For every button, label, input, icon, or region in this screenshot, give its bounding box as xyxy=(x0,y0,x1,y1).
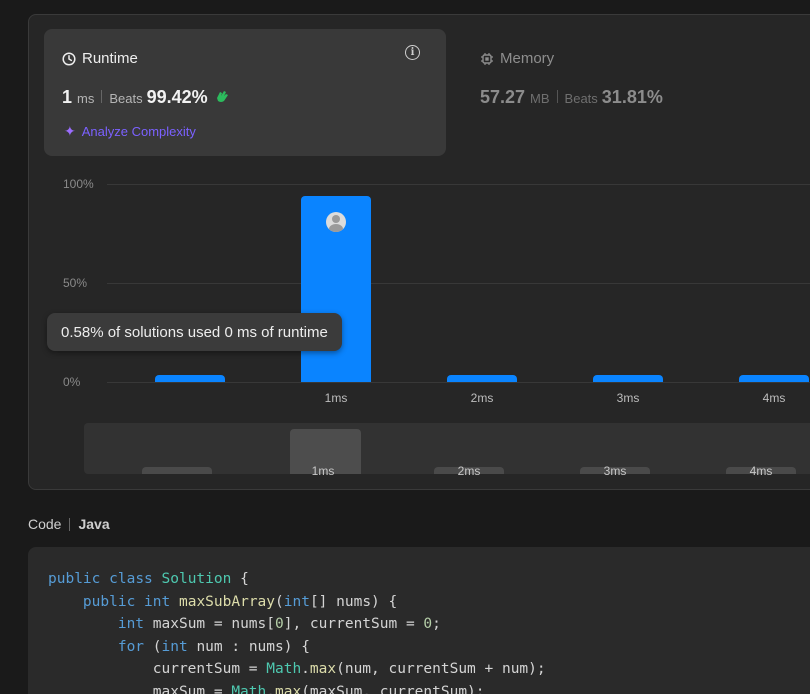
user-avatar-marker xyxy=(326,211,346,232)
code-line: public class Solution { xyxy=(48,571,249,587)
divider xyxy=(69,517,71,531)
x-tick-label: 3ms xyxy=(616,391,640,405)
runtime-card[interactable]: Runtime i 1 ms Beats 99.42% ✦ Analyze Co… xyxy=(44,29,446,156)
y-tick-label: 50% xyxy=(63,276,88,290)
clap-icon xyxy=(214,89,230,106)
runtime-beats-label: Beats xyxy=(109,91,143,106)
range-mini-bar xyxy=(142,467,212,474)
y-tick-label: 100% xyxy=(63,177,94,191)
code-line: public int maxSubArray(int[] nums) { xyxy=(82,593,398,610)
memory-card[interactable]: Memory 57.27 MB Beats 31.81% xyxy=(480,29,810,156)
range-tick-label: 3ms xyxy=(603,464,627,478)
code-block: public class Solution { public int maxSu… xyxy=(28,547,810,694)
runtime-title: Runtime xyxy=(82,50,138,67)
range-tick-label: 1ms xyxy=(311,464,335,478)
runtime-values: 1 ms Beats 99.42% xyxy=(62,87,230,108)
code-line: currentSum = Math.max(num, currentSum + … xyxy=(48,661,546,677)
runtime-value: 1 xyxy=(62,87,73,107)
code-line: maxSum = Math.max(maxSum, currentSum); xyxy=(48,683,485,694)
divider xyxy=(556,90,558,103)
memory-values: 57.27 MB Beats 31.81% xyxy=(480,87,663,108)
analyze-complexity-label: Analyze Complexity xyxy=(81,124,196,139)
clock-icon xyxy=(62,51,76,66)
code-header: Code Java xyxy=(28,516,110,532)
memory-value: 57.27 xyxy=(480,87,526,107)
code-line: for (int num : nums) { xyxy=(117,638,310,655)
memory-unit: MB xyxy=(530,91,550,106)
analyze-complexity-button[interactable]: ✦ Analyze Complexity xyxy=(64,123,196,140)
chart-bar-3ms[interactable] xyxy=(593,375,663,382)
chart-range-selector[interactable]: 1ms 2ms 3ms 4ms xyxy=(84,423,810,478)
chart-bar-0ms[interactable] xyxy=(155,375,225,382)
gridline xyxy=(107,283,810,284)
memory-beats-value: 31.81% xyxy=(601,87,663,107)
runtime-beats-value: 99.42% xyxy=(146,87,208,107)
divider xyxy=(101,90,103,103)
memory-title: Memory xyxy=(500,50,555,67)
runtime-unit: ms xyxy=(77,91,95,106)
x-tick-label: 2ms xyxy=(470,391,494,405)
gridline xyxy=(107,382,810,383)
info-icon[interactable]: i xyxy=(405,45,420,60)
chart-tooltip: 0.58% of solutions used 0 ms of runtime xyxy=(47,313,342,351)
chart-bar-2ms[interactable] xyxy=(447,375,517,382)
code-language: Java xyxy=(78,516,110,532)
runtime-distribution-chart: 100% 50% 0% 1ms 2ms 3ms 4ms xyxy=(44,168,810,418)
range-tick-label: 2ms xyxy=(457,464,481,478)
sparkle-icon: ✦ xyxy=(64,123,76,139)
code-line: int maxSum = nums[0], currentSum = 0; xyxy=(117,616,441,632)
y-tick-label: 0% xyxy=(63,375,81,389)
runtime-header: Runtime xyxy=(62,50,138,67)
memory-beats-label: Beats xyxy=(564,91,598,106)
memory-header: Memory xyxy=(480,50,554,67)
tooltip-text: 0.58% of solutions used 0 ms of runtime xyxy=(61,323,328,341)
range-tick-label: 4ms xyxy=(749,464,773,478)
x-tick-label: 1ms xyxy=(324,391,348,405)
code-label: Code xyxy=(28,516,62,532)
chart-bar-4ms[interactable] xyxy=(739,375,809,382)
chip-icon xyxy=(481,52,493,65)
x-tick-label: 4ms xyxy=(762,391,786,405)
gridline xyxy=(107,184,810,185)
